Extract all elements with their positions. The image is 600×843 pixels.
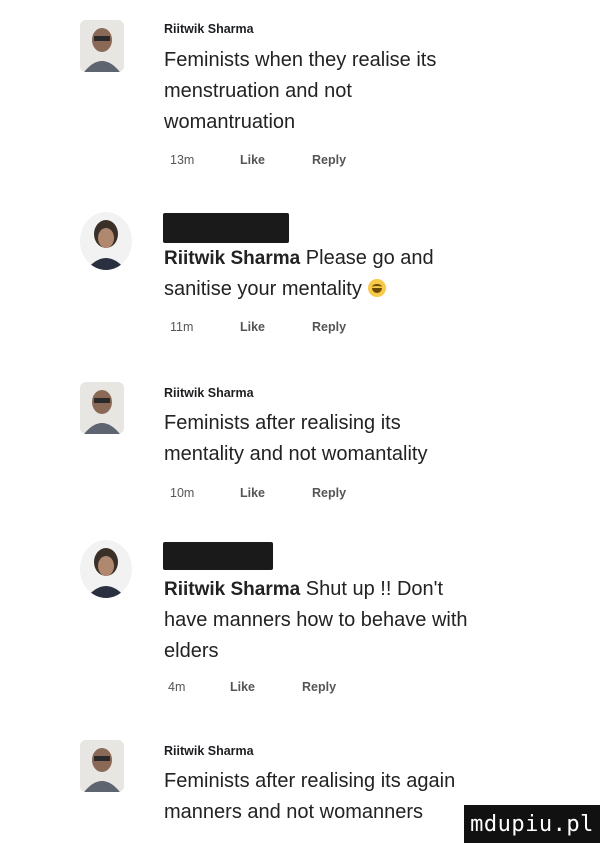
comment-text-line: mentality and not womantality <box>164 443 428 465</box>
comment-time: 10m <box>170 486 195 500</box>
comment-actions: 13m Like Reply <box>170 153 346 167</box>
comment-text-line: menstruation and not <box>164 80 352 102</box>
comment-actions: 4m Like Reply <box>168 680 336 694</box>
comment-author[interactable]: Riitwik Sharma <box>164 22 254 36</box>
avatar[interactable] <box>80 20 124 72</box>
comment-time: 4m <box>168 680 186 694</box>
watermark-logo: mdupiu.pl <box>464 805 600 843</box>
comment-text-line: have manners how to behave with <box>164 609 468 631</box>
like-button[interactable]: Like <box>230 680 302 694</box>
comment-author[interactable]: Riitwik Sharma <box>164 579 300 600</box>
comment-author[interactable]: Riitwik Sharma <box>164 744 254 758</box>
avatar[interactable] <box>80 382 124 434</box>
comment-author[interactable]: Riitwik Sharma <box>164 248 300 269</box>
comment-text: Riitwik Sharma Shut up !! Don't have man… <box>164 574 544 667</box>
reply-button[interactable]: Reply <box>312 486 346 500</box>
comment-text-line: Please go and <box>305 247 434 269</box>
comment-actions: 10m Like Reply <box>170 486 346 500</box>
comment-author[interactable]: Riitwik Sharma <box>164 386 254 400</box>
comment-thread: Riitwik Sharma Feminists when they reali… <box>0 0 600 843</box>
comment-time: 11m <box>170 320 194 334</box>
comment-text-line: Shut up !! Don't <box>305 578 444 600</box>
comment-text: Riitwik Sharma Please go and sanitise yo… <box>164 243 544 305</box>
avatar[interactable] <box>80 740 124 792</box>
redacted-name-bar <box>163 213 289 243</box>
reply-button[interactable]: Reply <box>312 153 346 167</box>
comment-time: 13m <box>170 153 195 167</box>
like-button[interactable]: Like <box>240 486 312 500</box>
comment-actions: 11m Like Reply <box>170 320 346 334</box>
comment-text-line: womantruation <box>164 111 296 133</box>
reply-button[interactable]: Reply <box>302 680 336 694</box>
comment-text-line: Feminists after realising its <box>164 412 401 434</box>
grinning-sweat-emoji-icon <box>367 279 386 297</box>
like-button[interactable]: Like <box>240 153 312 167</box>
comment-text: Feminists when they realise its menstrua… <box>164 45 544 138</box>
comment-text-line: Feminists when they realise its <box>164 49 437 71</box>
comment-text: Feminists after realising its mentality … <box>164 408 544 470</box>
comment-text-line: Feminists after realising its again <box>164 770 456 792</box>
comment-text-line: sanitise your mentality <box>164 278 362 300</box>
reply-button[interactable]: Reply <box>312 320 346 334</box>
avatar[interactable] <box>80 212 132 270</box>
like-button[interactable]: Like <box>240 320 312 334</box>
redacted-name-bar <box>163 542 273 570</box>
comment-text-line: elders <box>164 640 219 662</box>
avatar[interactable] <box>80 540 132 598</box>
